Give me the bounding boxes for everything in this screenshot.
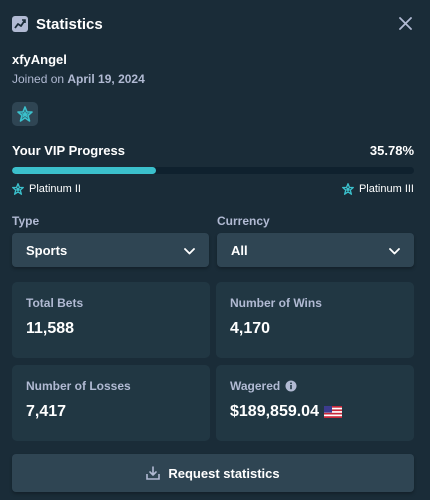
joined-date: April 19, 2024 — [67, 72, 145, 86]
wins-value: 4,170 — [230, 320, 271, 337]
request-statistics-button[interactable]: Request statistics — [12, 454, 414, 492]
currency-select-value: All — [231, 242, 248, 258]
losses-label: Number of Losses — [26, 379, 131, 393]
wagered-card: Wagered $189,859.04 — [216, 365, 414, 441]
modal-title: Statistics — [36, 15, 103, 33]
platinum-star-icon — [12, 102, 38, 126]
close-icon[interactable] — [396, 14, 414, 32]
chevron-down-icon — [389, 243, 400, 258]
username: xfyAngel — [12, 52, 67, 67]
wins-card: Number of Wins 4,170 — [216, 282, 414, 358]
vip-progress-label: Your VIP Progress — [12, 143, 125, 158]
download-tray-icon — [146, 466, 161, 480]
star-icon — [12, 183, 24, 195]
wins-label: Number of Wins — [230, 296, 322, 310]
currency-label: Currency — [217, 214, 270, 228]
vip-progress-percent: 35.78% — [369, 143, 414, 158]
type-label: Type — [12, 214, 40, 228]
star-icon — [342, 183, 354, 195]
wagered-value: $189,859.04 — [230, 403, 319, 420]
modal-header: Statistics — [12, 12, 418, 36]
currency-select[interactable]: All — [217, 233, 414, 267]
total-bets-value: 11,588 — [26, 320, 75, 337]
current-tier: Platinum II — [12, 183, 81, 195]
request-statistics-label: Request statistics — [168, 465, 280, 481]
type-select-value: Sports — [26, 242, 68, 258]
statistics-modal: Statistics xfyAngel Joined on April 19, … — [0, 0, 430, 500]
wagered-label-row: Wagered — [230, 379, 400, 393]
losses-value: 7,417 — [26, 403, 67, 420]
type-select[interactable]: Sports — [12, 233, 209, 267]
chevron-down-icon — [184, 243, 195, 258]
current-tier-label: Platinum II — [29, 183, 81, 195]
joined-prefix: Joined on — [12, 72, 65, 86]
next-tier-label: Platinum III — [358, 183, 414, 195]
us-flag-icon — [323, 406, 342, 418]
wagered-label: Wagered — [230, 379, 281, 393]
vip-progress-fill — [12, 167, 156, 174]
info-icon[interactable] — [285, 380, 297, 392]
wagered-value-row: $189,859.04 — [230, 403, 400, 421]
losses-card: Number of Losses 7,417 — [12, 365, 210, 441]
vip-progress-bar — [12, 167, 414, 174]
next-tier: Platinum III — [342, 183, 414, 195]
trend-chart-icon — [12, 16, 28, 32]
total-bets-card: Total Bets 11,588 — [12, 282, 210, 358]
joined-date-text: Joined on April 19, 2024 — [12, 72, 145, 86]
total-bets-label: Total Bets — [26, 296, 84, 310]
